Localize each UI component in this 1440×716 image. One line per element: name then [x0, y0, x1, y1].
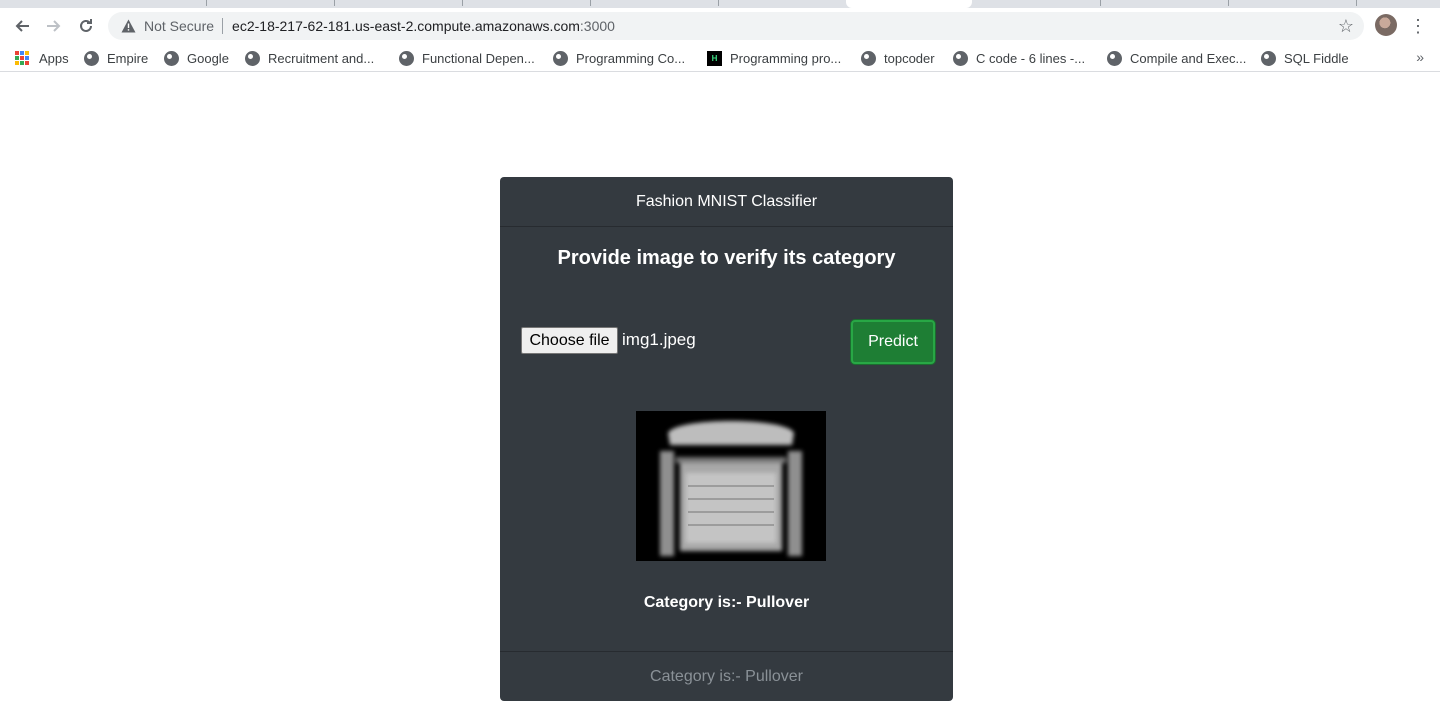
- browser-toolbar: Not Secure ec2-18-217-62-181.us-east-2.c…: [0, 8, 1440, 44]
- bookmark-item[interactable]: SQL Fiddle: [1261, 49, 1349, 67]
- url-host: ec2-18-217-62-181.us-east-2.compute.amaz…: [232, 18, 580, 34]
- bookmark-label: Apps: [39, 50, 69, 66]
- globe-icon: [245, 50, 260, 66]
- bookmark-label: Google: [187, 50, 229, 66]
- globe-icon: [1261, 50, 1276, 66]
- bookmark-star-icon[interactable]: ☆: [1338, 16, 1354, 37]
- tab-separator: [590, 0, 591, 6]
- tab-separator: [1100, 0, 1101, 6]
- apps-grid-icon: [15, 51, 29, 65]
- tab-separator: [206, 0, 207, 6]
- bookmark-label: Programming pro...: [730, 50, 842, 66]
- reload-button[interactable]: [74, 14, 98, 38]
- bookmark-item[interactable]: Programming Co...: [553, 49, 685, 67]
- selected-file-name: img1.jpeg: [622, 330, 696, 349]
- more-bookmarks-chevron-icon[interactable]: »: [1416, 49, 1424, 65]
- back-arrow-icon: [15, 20, 29, 32]
- bookmark-item[interactable]: H Programming pro...: [707, 49, 841, 67]
- forward-button[interactable]: [42, 14, 66, 38]
- choose-file-button[interactable]: Choose file: [521, 327, 618, 354]
- bookmark-item[interactable]: Recruitment and...: [245, 49, 374, 67]
- globe-icon: [399, 50, 414, 66]
- reload-icon: [80, 19, 92, 32]
- bookmark-label: SQL Fiddle: [1284, 50, 1349, 66]
- bookmark-label: Programming Co...: [576, 50, 686, 66]
- tab-separator: [334, 0, 335, 6]
- bookmark-item[interactable]: Google: [164, 49, 229, 67]
- card-footer: Category is:- Pullover: [500, 651, 953, 701]
- tab-strip: [0, 0, 1440, 8]
- bookmark-label: Compile and Exec...: [1130, 50, 1247, 66]
- url-port: :3000: [579, 18, 615, 34]
- globe-icon: [164, 50, 179, 66]
- active-tab[interactable]: [846, 0, 972, 8]
- bookmark-label: topcoder: [884, 50, 935, 66]
- globe-icon: [84, 50, 99, 66]
- hackerrank-icon: H: [707, 50, 722, 66]
- menu-dots-icon[interactable]: ⋮: [1408, 14, 1428, 38]
- bookmark-item[interactable]: Empire: [84, 49, 148, 67]
- bookmarks-bar: Apps Empire Google Recruitment and... Fu…: [0, 44, 1440, 72]
- bookmark-item[interactable]: Functional Depen...: [399, 49, 535, 67]
- prediction-result: Category is:- Pullover: [643, 594, 810, 611]
- classifier-card: Fashion MNIST Classifier Provide image t…: [500, 177, 953, 701]
- bookmark-label: Empire: [107, 50, 149, 66]
- bookmark-apps[interactable]: Apps: [15, 49, 69, 67]
- bookmark-item[interactable]: Compile and Exec...: [1107, 49, 1246, 67]
- globe-icon: [1107, 50, 1122, 66]
- bookmark-label: C code - 6 lines -...: [976, 50, 1086, 66]
- bookmark-label: Functional Depen...: [422, 50, 535, 66]
- address-bar[interactable]: Not Secure ec2-18-217-62-181.us-east-2.c…: [108, 12, 1364, 40]
- uploaded-image-preview: [636, 411, 826, 561]
- globe-icon: [553, 50, 568, 66]
- security-status[interactable]: Not Secure: [144, 18, 214, 34]
- tab-separator: [1356, 0, 1357, 6]
- warning-icon: [120, 18, 136, 34]
- forward-arrow-icon: [47, 20, 61, 32]
- tab-separator: [1228, 0, 1229, 6]
- tab-separator: [462, 0, 463, 6]
- bookmark-item[interactable]: topcoder: [861, 49, 935, 67]
- page-title: Provide image to verify its category: [557, 247, 896, 269]
- bookmark-label: Recruitment and...: [268, 50, 375, 66]
- tab-separator: [718, 0, 719, 6]
- card-header: Fashion MNIST Classifier: [500, 177, 953, 227]
- predict-button[interactable]: Predict: [851, 320, 935, 364]
- globe-icon: [953, 50, 968, 66]
- bookmark-item[interactable]: C code - 6 lines -...: [953, 49, 1085, 67]
- back-button[interactable]: [10, 14, 34, 38]
- omnibox-divider: [222, 18, 224, 34]
- globe-icon: [861, 50, 876, 66]
- profile-avatar[interactable]: [1375, 14, 1397, 36]
